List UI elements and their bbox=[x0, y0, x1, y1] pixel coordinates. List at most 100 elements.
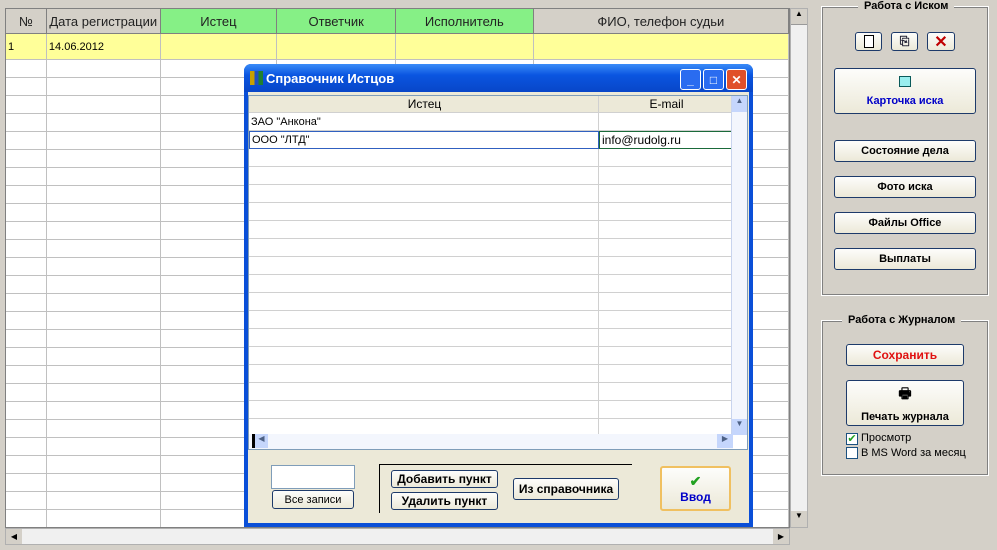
claim-photo-button[interactable]: Фото иска bbox=[834, 176, 976, 198]
table-row[interactable]: 1 14.06.2012 bbox=[6, 34, 789, 60]
list-item[interactable]: ЗАО "Анкона" bbox=[249, 113, 733, 131]
empty-cell bbox=[46, 240, 161, 258]
empty-cell bbox=[599, 293, 733, 311]
plaintiff-grid[interactable]: Истец E-mail ЗАО "Анкона" ООО "ЛТД" info… bbox=[248, 95, 748, 450]
scroll-left-icon[interactable]: ◀ bbox=[252, 434, 268, 448]
dialog-titlebar[interactable]: Справочник Истцов _ □ ✕ bbox=[244, 64, 753, 92]
scroll-up-icon[interactable]: ▲ bbox=[791, 9, 807, 25]
empty-row[interactable] bbox=[249, 167, 733, 185]
empty-row[interactable] bbox=[249, 275, 733, 293]
empty-cell bbox=[599, 149, 733, 167]
dialog-hscroll[interactable]: ◀ ▶ bbox=[249, 434, 733, 449]
empty-cell bbox=[46, 276, 161, 294]
empty-row[interactable] bbox=[249, 257, 733, 275]
col-judge[interactable]: ФИО, телефон судьи bbox=[533, 9, 789, 34]
empty-cell bbox=[249, 221, 599, 239]
close-button[interactable]: ✕ bbox=[726, 69, 747, 90]
empty-cell bbox=[599, 239, 733, 257]
col-executor[interactable]: Исполнитель bbox=[396, 9, 534, 34]
cell-name[interactable]: ООО "ЛТД" bbox=[249, 131, 599, 149]
empty-cell bbox=[47, 510, 161, 527]
col-email[interactable]: E-mail bbox=[599, 96, 733, 113]
case-status-button[interactable]: Состояние дела bbox=[834, 140, 976, 162]
empty-row[interactable] bbox=[249, 185, 733, 203]
preview-checkbox[interactable]: ✔ bbox=[846, 433, 858, 445]
empty-cell bbox=[6, 384, 47, 402]
col-date[interactable]: Дата регистрации bbox=[46, 9, 161, 34]
col-defendant[interactable]: Ответчик bbox=[277, 9, 396, 34]
scroll-down-icon[interactable]: ▼ bbox=[732, 419, 747, 435]
empty-cell bbox=[46, 330, 161, 348]
preview-label: Просмотр bbox=[861, 432, 912, 444]
minimize-button[interactable]: _ bbox=[680, 69, 701, 90]
empty-cell bbox=[6, 240, 47, 258]
empty-cell bbox=[599, 383, 733, 401]
col-plaintiff[interactable]: Истец bbox=[160, 9, 278, 34]
empty-cell bbox=[6, 474, 47, 492]
empty-row[interactable] bbox=[249, 293, 733, 311]
journal-hscroll[interactable]: ◀ ▶ bbox=[5, 528, 790, 545]
empty-cell bbox=[249, 185, 599, 203]
col-plaintiff-name[interactable]: Истец bbox=[249, 96, 599, 113]
journal-vscroll[interactable]: ▲ ▼ bbox=[790, 8, 808, 528]
empty-row[interactable] bbox=[249, 239, 733, 257]
empty-cell bbox=[6, 312, 47, 330]
scroll-right-icon[interactable]: ▶ bbox=[717, 434, 733, 448]
journal-group-label: Работа с Журналом bbox=[842, 314, 962, 326]
empty-row[interactable] bbox=[249, 221, 733, 239]
empty-cell bbox=[46, 384, 161, 402]
empty-row[interactable] bbox=[249, 149, 733, 167]
scroll-left-icon[interactable]: ◀ bbox=[6, 529, 22, 544]
scroll-up-icon[interactable]: ▲ bbox=[732, 96, 747, 112]
list-item-selected[interactable]: ООО "ЛТД" info@rudolg.ru bbox=[249, 131, 733, 149]
empty-row[interactable] bbox=[249, 311, 733, 329]
empty-cell bbox=[46, 204, 161, 222]
empty-cell bbox=[46, 474, 161, 492]
delete-claim-button[interactable]: ✕ bbox=[927, 32, 955, 51]
empty-cell bbox=[6, 366, 47, 384]
copy-claim-button[interactable]: ⎘ bbox=[891, 32, 918, 51]
empty-row[interactable] bbox=[249, 329, 733, 347]
delete-item-button[interactable]: Удалить пункт bbox=[391, 492, 498, 510]
save-button[interactable]: Сохранить bbox=[846, 344, 964, 366]
empty-row[interactable] bbox=[249, 401, 733, 419]
empty-cell bbox=[6, 150, 47, 168]
empty-cell bbox=[6, 132, 47, 150]
empty-cell bbox=[599, 347, 733, 365]
payments-button[interactable]: Выплаты bbox=[834, 248, 976, 270]
printer-icon: 🖶 bbox=[898, 385, 912, 401]
enter-button[interactable]: ✔ Ввод bbox=[660, 466, 731, 511]
scroll-right-icon[interactable]: ▶ bbox=[773, 529, 789, 544]
from-directory-button[interactable]: Из справочника bbox=[513, 478, 619, 500]
empty-cell bbox=[46, 420, 161, 438]
empty-row[interactable] bbox=[249, 383, 733, 401]
msword-checkbox[interactable] bbox=[846, 447, 858, 459]
checkmark-icon: ✔ bbox=[689, 473, 702, 489]
print-journal-button[interactable]: 🖶 Печать журнала bbox=[846, 380, 964, 426]
cell-number: 1 bbox=[6, 34, 47, 60]
empty-cell bbox=[249, 329, 599, 347]
empty-row[interactable] bbox=[249, 365, 733, 383]
add-item-button[interactable]: Добавить пункт bbox=[391, 470, 498, 488]
all-records-button[interactable]: Все записи bbox=[272, 490, 354, 509]
maximize-button[interactable]: □ bbox=[703, 69, 724, 90]
scroll-down-icon[interactable]: ▼ bbox=[791, 511, 807, 527]
empty-cell bbox=[6, 438, 47, 456]
col-number[interactable]: № bbox=[6, 9, 47, 34]
cell-plaintiff bbox=[160, 34, 278, 60]
empty-row[interactable] bbox=[249, 203, 733, 221]
empty-cell bbox=[46, 132, 161, 150]
empty-cell bbox=[6, 456, 47, 474]
empty-cell bbox=[46, 402, 161, 420]
filter-input[interactable] bbox=[271, 465, 355, 489]
empty-cell bbox=[6, 276, 47, 294]
empty-cell bbox=[249, 383, 599, 401]
empty-cell bbox=[46, 168, 161, 186]
cell-email[interactable]: info@rudolg.ru bbox=[599, 131, 733, 149]
new-claim-button[interactable] bbox=[855, 32, 882, 51]
office-files-button[interactable]: Файлы Office bbox=[834, 212, 976, 234]
dialog-vscroll[interactable]: ▲ ▼ bbox=[731, 96, 747, 435]
empty-row[interactable] bbox=[249, 347, 733, 365]
claim-card-button[interactable]: Карточка иска bbox=[834, 68, 976, 114]
card-icon bbox=[899, 75, 911, 87]
